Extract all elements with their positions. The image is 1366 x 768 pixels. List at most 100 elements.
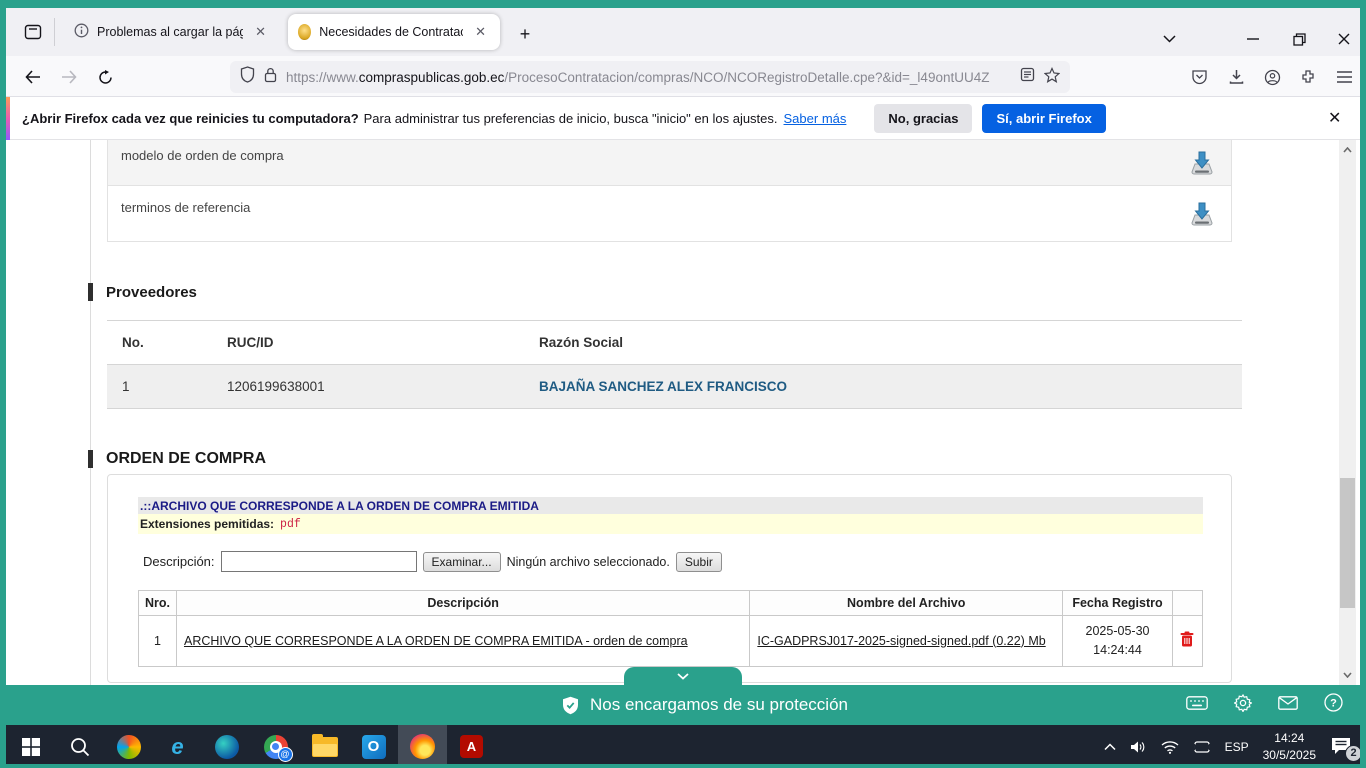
tray-chevron-up-icon[interactable] xyxy=(1104,743,1116,751)
notification-accent-stripe xyxy=(6,97,10,140)
descripcion-label: Descripción: xyxy=(143,554,215,569)
start-button[interactable] xyxy=(6,725,55,768)
orden-upload-panel: .::ARCHIVO QUE CORRESPONDE A LA ORDEN DE… xyxy=(107,474,1232,683)
navigation-toolbar: https://www.compraspublicas.gob.ec/Proce… xyxy=(6,56,1360,97)
notification-center-icon[interactable]: 2 xyxy=(1330,736,1356,758)
attachment-row-modelo: modelo de orden de compra xyxy=(107,140,1232,186)
menu-hamburger-icon[interactable] xyxy=(1329,64,1359,90)
col-nro: Nro. xyxy=(139,591,177,616)
reader-view-icon[interactable] xyxy=(1020,67,1035,87)
descripcion-input[interactable] xyxy=(221,551,417,572)
col-descripcion: Descripción xyxy=(176,591,749,616)
taskbar-search-icon[interactable] xyxy=(55,725,104,768)
back-icon[interactable] xyxy=(18,64,48,90)
screenshare-border-top xyxy=(0,0,1366,8)
taskbar-acrobat-icon[interactable]: A xyxy=(447,725,496,768)
keyboard-icon[interactable] xyxy=(1186,696,1208,715)
descripcion-file-link[interactable]: ARCHIVO QUE CORRESPONDE A LA ORDEN DE CO… xyxy=(184,634,688,648)
downloads-icon[interactable] xyxy=(1221,64,1251,90)
clock[interactable]: 14:24 30/5/2025 xyxy=(1263,730,1316,762)
protection-bar: Nos encargamos de su protección ? xyxy=(6,685,1360,725)
scroll-up-icon[interactable] xyxy=(1339,142,1356,158)
extensiones-value: pdf xyxy=(280,518,301,531)
taskbar-chrome-icon[interactable]: @ xyxy=(251,725,300,768)
close-window-button[interactable] xyxy=(1329,26,1359,52)
orden-title: ORDEN DE COMPRA xyxy=(106,450,266,468)
url-bar[interactable]: https://www.compraspublicas.gob.ec/Proce… xyxy=(230,61,1070,93)
date: 30/5/2025 xyxy=(1263,748,1316,762)
tab-close-icon[interactable]: ✕ xyxy=(471,22,490,42)
settings-gear-icon[interactable] xyxy=(1234,694,1252,717)
taskbar-copilot-icon[interactable] xyxy=(104,725,153,768)
orden-section-header: ORDEN DE COMPRA xyxy=(88,450,266,468)
col-actions xyxy=(1172,591,1202,616)
lock-icon[interactable] xyxy=(264,67,277,88)
cell-nro: 1 xyxy=(139,616,177,667)
forward-icon[interactable] xyxy=(54,64,84,90)
shield-icon[interactable] xyxy=(240,66,255,88)
protection-bar-expand-tab[interactable] xyxy=(624,667,742,685)
tab-title: Necesidades de Contratación y xyxy=(319,25,463,39)
taskbar-firefox-icon[interactable] xyxy=(398,725,447,768)
taskbar-internet-explorer-icon[interactable]: e xyxy=(153,725,202,768)
extensiones-label: Extensiones pemitidas: xyxy=(140,517,274,531)
tab-necesidades-active[interactable]: Necesidades de Contratación y ✕ xyxy=(288,14,500,50)
screenshare-border-bottom xyxy=(0,764,1366,768)
reload-icon[interactable] xyxy=(90,64,120,90)
archivo-header-band: .::ARCHIVO QUE CORRESPONDE A LA ORDEN DE… xyxy=(138,497,1203,514)
tab-close-icon[interactable]: ✕ xyxy=(251,22,270,42)
fecha-time: 14:24:44 xyxy=(1093,643,1142,657)
page-scrollbar[interactable] xyxy=(1339,140,1356,685)
tab-problemas[interactable]: Problemas al cargar la página ✕ xyxy=(64,14,280,50)
taskbar-file-explorer-icon[interactable] xyxy=(300,725,349,768)
table-header-row: No. RUC/ID Razón Social xyxy=(107,321,1242,365)
taskbar-outlook-icon[interactable]: O xyxy=(349,725,398,768)
windows-taskbar: e @ O A xyxy=(0,725,1366,768)
delete-trash-icon[interactable] xyxy=(1180,636,1194,650)
upload-form: Descripción: Examinar... Ningún archivo … xyxy=(143,551,722,572)
saber-mas-link[interactable]: Saber más xyxy=(784,111,847,126)
razon-social-link[interactable]: BAJAÑA SANCHEZ ALEX FRANCISCO xyxy=(539,379,787,394)
scrollbar-thumb[interactable] xyxy=(1340,478,1355,608)
bookmark-star-icon[interactable] xyxy=(1044,67,1060,88)
subir-button[interactable]: Subir xyxy=(676,552,722,572)
screenshare-border-right xyxy=(1360,0,1366,768)
cast-display-icon[interactable] xyxy=(1193,740,1211,754)
table-row: 1 ARCHIVO QUE CORRESPONDE A LA ORDEN DE … xyxy=(139,616,1203,667)
wifi-icon[interactable] xyxy=(1161,740,1179,754)
archivo-file-link[interactable]: IC-GADPRSJ017-2025-signed-signed.pdf (0.… xyxy=(757,634,1045,648)
time: 14:24 xyxy=(1274,731,1304,745)
notification-close-icon[interactable]: ✕ xyxy=(1328,108,1341,128)
page-content: modelo de orden de compra terminos de re… xyxy=(6,140,1339,685)
si-abrir-firefox-button[interactable]: Sí, abrir Firefox xyxy=(982,104,1105,133)
uploaded-files-table: Nro. Descripción Nombre del Archivo Fech… xyxy=(138,590,1203,667)
language-indicator[interactable]: ESP xyxy=(1225,740,1249,754)
new-tab-button[interactable]: + xyxy=(512,22,538,46)
tab-bar: Problemas al cargar la página ✕ Necesida… xyxy=(6,8,1360,56)
download-file-icon[interactable] xyxy=(1187,199,1217,229)
help-icon[interactable]: ? xyxy=(1324,693,1343,717)
volume-icon[interactable] xyxy=(1130,740,1147,754)
screen: { "window": { "tabs": [ { "title": "Prob… xyxy=(0,0,1366,768)
taskbar-edge-icon[interactable] xyxy=(202,725,251,768)
download-file-icon[interactable] xyxy=(1187,148,1217,178)
proveedores-title: Proveedores xyxy=(106,284,197,301)
minimize-button[interactable] xyxy=(1238,26,1268,52)
examinar-button[interactable]: Examinar... xyxy=(423,552,501,572)
col-razon: Razón Social xyxy=(539,321,1242,365)
proveedores-table: No. RUC/ID Razón Social 1 1206199638001 … xyxy=(107,320,1242,409)
pocket-icon[interactable] xyxy=(1184,64,1214,90)
no-gracias-button[interactable]: No, gracias xyxy=(874,104,972,133)
section-marker xyxy=(88,283,93,301)
fecha-date: 2025-05-30 xyxy=(1086,624,1150,638)
scroll-down-icon[interactable] xyxy=(1339,667,1356,683)
mail-envelope-icon[interactable] xyxy=(1278,696,1298,715)
account-icon[interactable] xyxy=(1257,64,1287,90)
cell-ruc: 1206199638001 xyxy=(227,365,539,409)
list-all-tabs-icon[interactable] xyxy=(1154,26,1184,52)
extensions-icon[interactable] xyxy=(1293,64,1323,90)
restore-button[interactable] xyxy=(1284,26,1314,52)
proveedores-section-header: Proveedores xyxy=(88,283,197,301)
firefox-view-icon[interactable] xyxy=(20,20,46,44)
attachment-row-terminos: terminos de referencia xyxy=(107,186,1232,242)
